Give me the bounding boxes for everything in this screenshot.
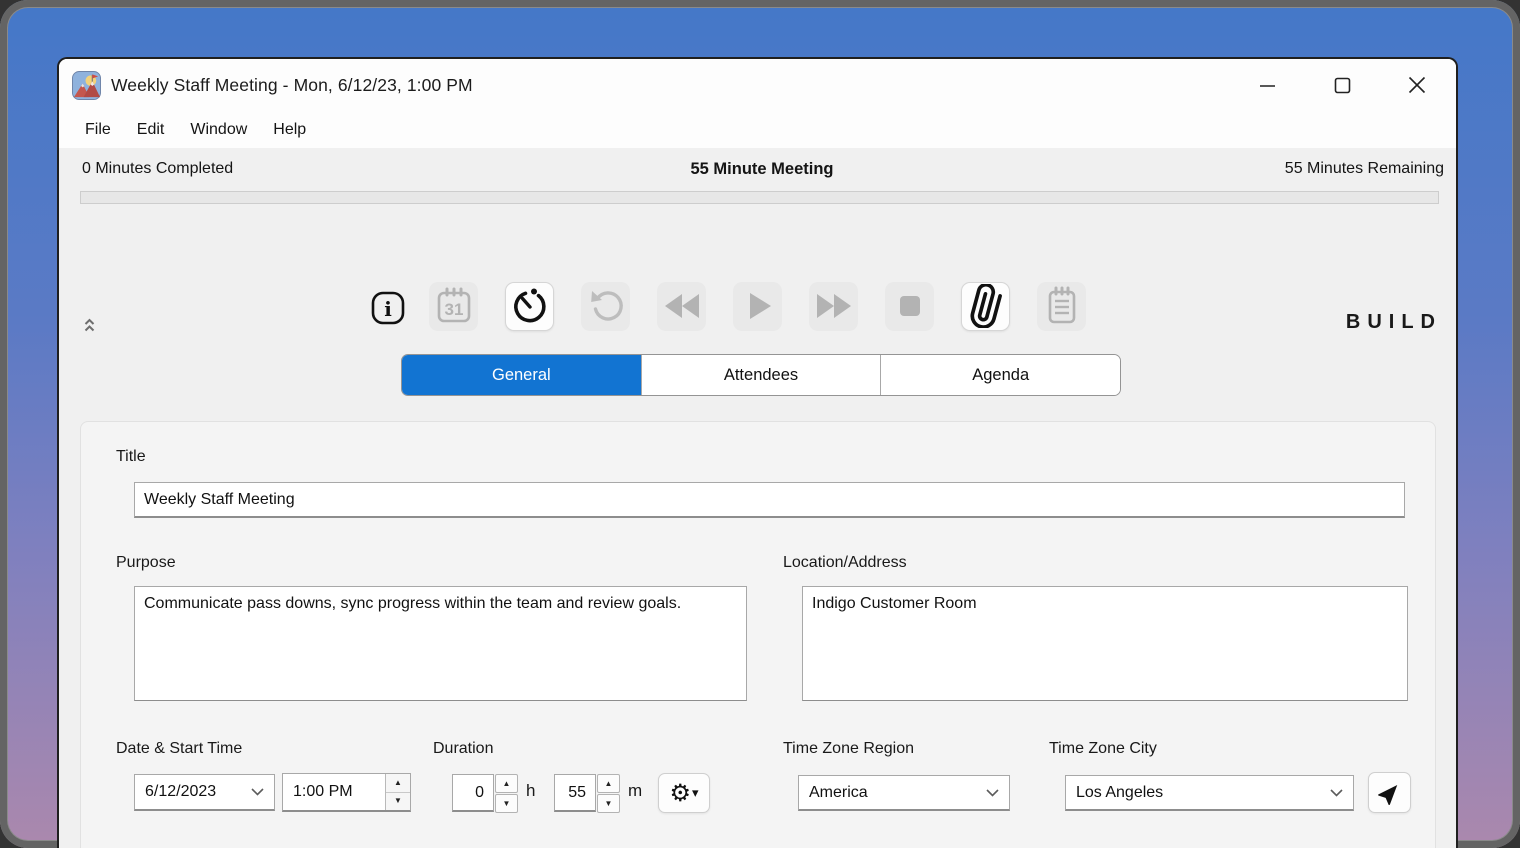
calendar-button[interactable]: 31 bbox=[429, 282, 478, 331]
desktop-background: Weekly Staff Meeting - Mon, 6/12/23, 1:0… bbox=[0, 0, 1520, 848]
calendar-icon: 31 bbox=[432, 284, 476, 328]
play-icon bbox=[736, 284, 780, 328]
menubar: File Edit Window Help bbox=[59, 111, 1456, 148]
minimize-button[interactable] bbox=[1258, 76, 1276, 94]
duration-settings-button[interactable]: ⚙▾ bbox=[658, 773, 710, 813]
date-combobox[interactable]: 6/12/2023 bbox=[134, 774, 275, 811]
minutes-remaining-label: 55 Minutes Remaining bbox=[1285, 160, 1444, 178]
tab-attendees[interactable]: Attendees bbox=[641, 355, 881, 395]
minutes-stepper: ▲ ▼ bbox=[597, 774, 620, 813]
date-value: 6/12/2023 bbox=[145, 783, 216, 801]
chevron-down-icon bbox=[251, 788, 264, 796]
titlebar: Weekly Staff Meeting - Mon, 6/12/23, 1:0… bbox=[59, 59, 1456, 111]
gear-icon: ⚙ bbox=[669, 779, 691, 808]
minutes-down-button[interactable]: ▼ bbox=[597, 794, 620, 813]
toolbar: 31 bbox=[59, 281, 1456, 331]
rewind-icon bbox=[660, 284, 704, 328]
stop-button[interactable] bbox=[885, 282, 934, 331]
close-icon bbox=[1408, 76, 1426, 94]
time-spinner[interactable]: 1:00 PM ▲ ▼ bbox=[282, 773, 411, 812]
tz-region-label: Time Zone Region bbox=[783, 740, 914, 758]
close-button[interactable] bbox=[1408, 76, 1426, 94]
minimize-icon bbox=[1259, 77, 1276, 94]
locate-timezone-button[interactable] bbox=[1368, 772, 1411, 813]
meeting-length-label: 55 Minute Meeting bbox=[80, 160, 1444, 179]
tz-city-dropdown[interactable]: Los Angeles bbox=[1065, 775, 1354, 811]
tab-agenda[interactable]: Agenda bbox=[880, 355, 1120, 395]
menu-help[interactable]: Help bbox=[260, 121, 319, 139]
tabbar: General Attendees Agenda bbox=[401, 354, 1121, 396]
build-logo: BUILD bbox=[1346, 311, 1442, 334]
duration-label: Duration bbox=[433, 740, 493, 758]
menu-window[interactable]: Window bbox=[177, 121, 260, 139]
title-input[interactable] bbox=[134, 482, 1405, 518]
fast-forward-button[interactable] bbox=[809, 282, 858, 331]
attachment-button[interactable] bbox=[961, 282, 1010, 331]
chevron-down-icon bbox=[986, 789, 999, 797]
caret-down-icon: ▾ bbox=[692, 785, 699, 801]
window-title: Weekly Staff Meeting - Mon, 6/12/23, 1:0… bbox=[111, 75, 473, 96]
app-icon bbox=[72, 71, 101, 100]
reset-button[interactable] bbox=[581, 282, 630, 331]
menu-file[interactable]: File bbox=[72, 121, 124, 139]
notes-button[interactable] bbox=[1037, 282, 1086, 331]
meeting-window: Weekly Staff Meeting - Mon, 6/12/23, 1:0… bbox=[57, 57, 1458, 848]
purpose-textarea[interactable]: Communicate pass downs, sync progress wi… bbox=[134, 586, 747, 701]
purpose-label: Purpose bbox=[116, 554, 176, 572]
tz-city-value: Los Angeles bbox=[1076, 784, 1163, 802]
fast-forward-icon bbox=[812, 284, 856, 328]
tz-region-dropdown[interactable]: America bbox=[798, 775, 1010, 811]
paperclip-icon bbox=[964, 284, 1008, 328]
hours-stepper: ▲ ▼ bbox=[495, 774, 518, 813]
minutes-up-button[interactable]: ▲ bbox=[597, 774, 620, 793]
navigate-icon bbox=[1377, 780, 1403, 806]
progress-labels: 0 Minutes Completed 55 Minute Meeting 55… bbox=[80, 160, 1444, 184]
title-label: Title bbox=[116, 448, 146, 466]
tab-general[interactable]: General bbox=[402, 355, 641, 395]
svg-text:31: 31 bbox=[444, 300, 463, 319]
meeting-progress-bar bbox=[80, 191, 1439, 204]
location-textarea[interactable]: Indigo Customer Room bbox=[802, 586, 1408, 701]
time-up-button[interactable]: ▲ bbox=[386, 774, 410, 793]
stop-icon bbox=[888, 284, 932, 328]
maximize-icon bbox=[1334, 77, 1351, 94]
time-value: 1:00 PM bbox=[283, 774, 385, 810]
notepad-icon bbox=[1040, 284, 1084, 328]
timer-icon bbox=[508, 284, 552, 328]
hours-down-button[interactable]: ▼ bbox=[495, 794, 518, 813]
general-tab-panel: Title Purpose Communicate pass downs, sy… bbox=[80, 421, 1436, 848]
duration-minutes-input[interactable] bbox=[554, 774, 596, 812]
reset-icon bbox=[584, 284, 628, 328]
chevron-down-icon bbox=[1330, 789, 1343, 797]
rewind-button[interactable] bbox=[657, 282, 706, 331]
timer-button[interactable] bbox=[505, 282, 554, 331]
minutes-unit-label: m bbox=[628, 781, 642, 801]
menu-edit[interactable]: Edit bbox=[124, 121, 178, 139]
time-down-button[interactable]: ▼ bbox=[386, 793, 410, 811]
duration-hours-input[interactable] bbox=[452, 774, 494, 812]
maximize-button[interactable] bbox=[1333, 76, 1351, 94]
date-start-label: Date & Start Time bbox=[116, 740, 242, 758]
tz-city-label: Time Zone City bbox=[1049, 740, 1157, 758]
hours-up-button[interactable]: ▲ bbox=[495, 774, 518, 793]
tz-region-value: America bbox=[809, 784, 868, 802]
play-button[interactable] bbox=[733, 282, 782, 331]
location-label: Location/Address bbox=[783, 554, 907, 572]
hours-unit-label: h bbox=[526, 781, 535, 801]
